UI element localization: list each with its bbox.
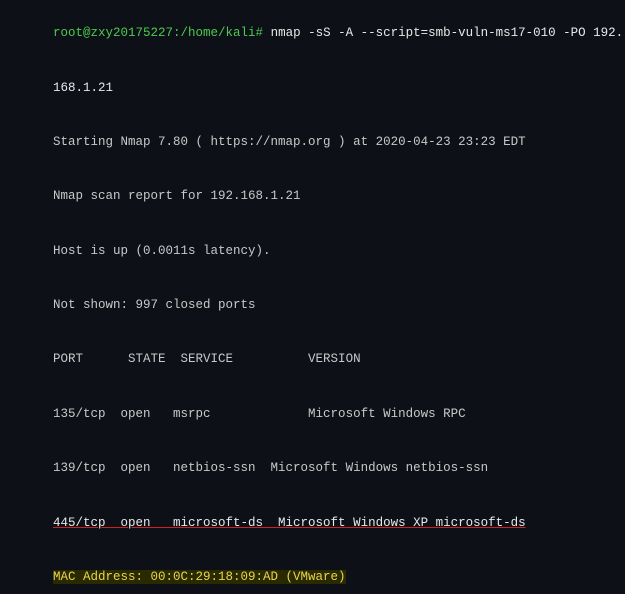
prompt-cmd2: 168.1.21 [53, 81, 113, 95]
text-139: 139/tcp open netbios-ssn Microsoft Windo… [53, 461, 488, 475]
line-notshown: Not shown: 997 closed ports [8, 278, 617, 332]
line-prompt2: 168.1.21 [8, 60, 617, 114]
prompt-cmd: nmap -sS -A --script=smb-vuln-ms17-010 -… [263, 26, 623, 40]
line-host: Host is up (0.0011s latency). [8, 224, 617, 278]
line-mac: MAC Address: 00:0C:29:18:09:AD (VMware) [8, 550, 617, 594]
text-header: PORT STATE SERVICE VERSION [53, 352, 361, 366]
line-135: 135/tcp open msrpc Microsoft Windows RPC [8, 387, 617, 441]
line-445: 445/tcp open microsoft-ds Microsoft Wind… [8, 495, 617, 549]
text-445: 445/tcp open microsoft-ds Microsoft Wind… [53, 516, 526, 530]
text-135: 135/tcp open msrpc Microsoft Windows RPC [53, 407, 466, 421]
line-report: Nmap scan report for 192.168.1.21 [8, 169, 617, 223]
prompt-user: root@zxy20175227:/home/kali# [53, 26, 263, 40]
line-starting: Starting Nmap 7.80 ( https://nmap.org ) … [8, 115, 617, 169]
line-139: 139/tcp open netbios-ssn Microsoft Windo… [8, 441, 617, 495]
terminal-content: root@zxy20175227:/home/kali# nmap -sS -A… [8, 6, 617, 594]
text-report: Nmap scan report for 192.168.1.21 [53, 189, 301, 203]
text-host: Host is up (0.0011s latency). [53, 244, 271, 258]
terminal-window: root@zxy20175227:/home/kali# nmap -sS -A… [0, 0, 625, 594]
line-header: PORT STATE SERVICE VERSION [8, 332, 617, 386]
text-notshown: Not shown: 997 closed ports [53, 298, 256, 312]
text-starting: Starting Nmap 7.80 ( https://nmap.org ) … [53, 135, 526, 149]
text-mac: MAC Address: 00:0C:29:18:09:AD (VMware) [53, 570, 346, 584]
line-prompt: root@zxy20175227:/home/kali# nmap -sS -A… [8, 6, 617, 60]
